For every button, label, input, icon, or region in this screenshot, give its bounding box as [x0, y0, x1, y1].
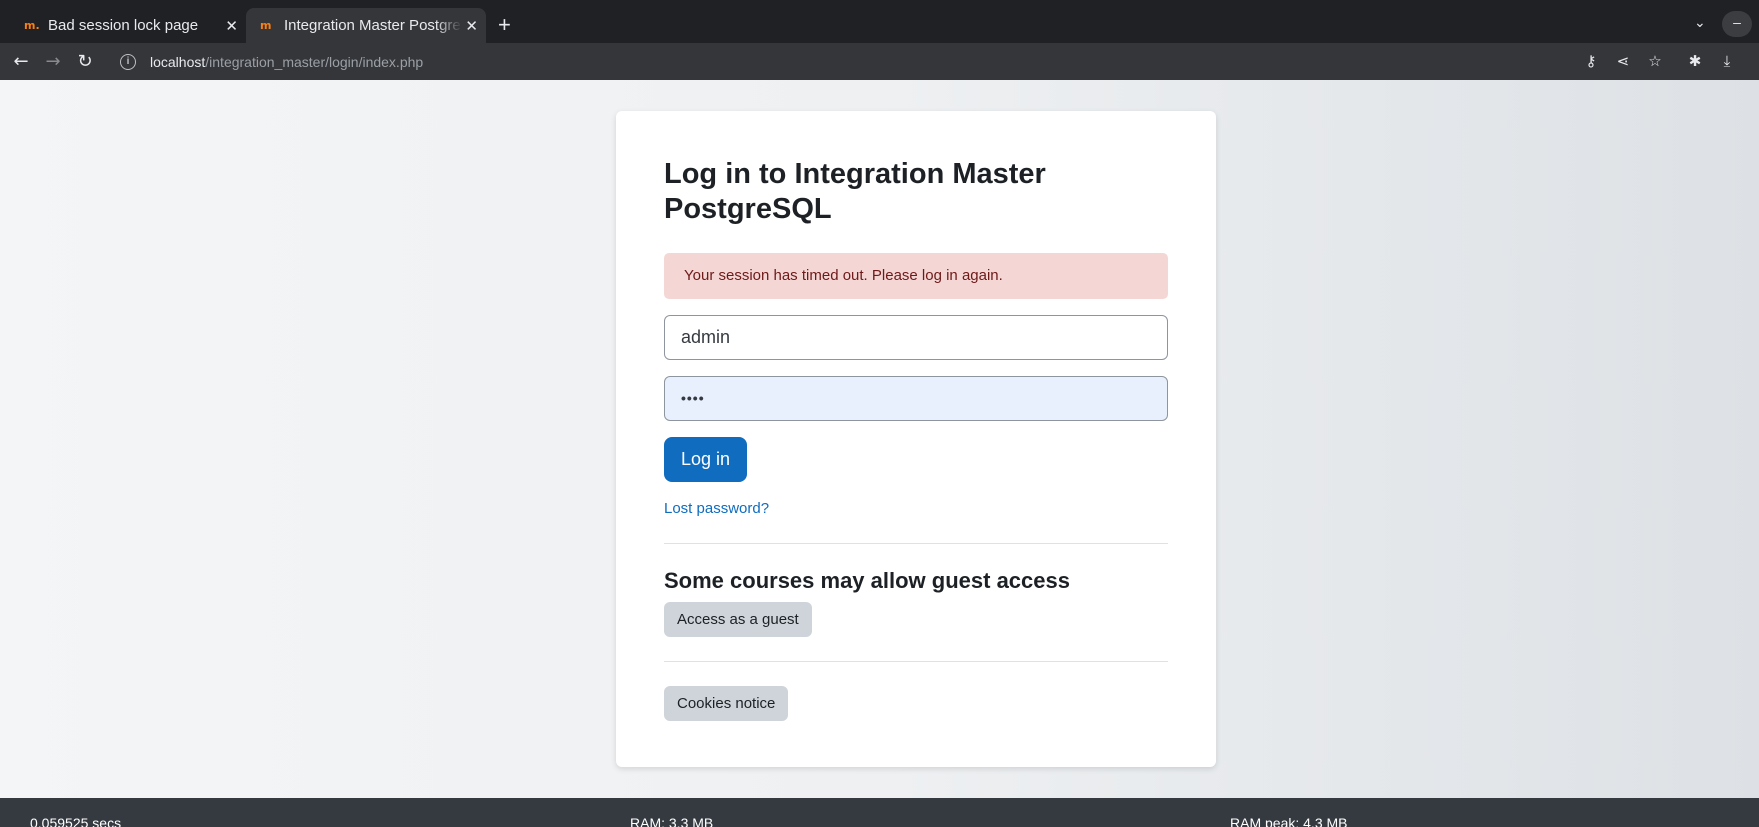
guest-access-heading: Some courses may allow guest access: [664, 568, 1070, 593]
minimize-window-button[interactable]: –: [1722, 11, 1752, 37]
key-icon[interactable]: ⚷: [1580, 50, 1602, 72]
close-tab-icon[interactable]: ✕: [465, 17, 478, 35]
new-tab-button[interactable]: +: [498, 12, 511, 38]
guest-access-button[interactable]: Access as a guest: [664, 602, 812, 637]
tab-search-chevron-icon[interactable]: ⌄: [1694, 14, 1706, 31]
lost-password-link[interactable]: Lost password?: [664, 500, 1168, 517]
moodle-favicon-icon: m.: [24, 19, 40, 32]
moodle-favicon-icon: m: [260, 19, 272, 32]
share-icon[interactable]: ⋖: [1612, 50, 1634, 72]
footer-ram: RAM: 3.3 MB: [630, 815, 714, 827]
cookies-notice-button[interactable]: Cookies notice: [664, 686, 789, 721]
password-input[interactable]: ••••: [664, 376, 1168, 421]
username-input[interactable]: admin: [664, 315, 1168, 360]
browser-toolbar: ← → ↻ i localhost/integration_master/log…: [0, 43, 1759, 80]
address-path: /integration_master/login/index.php: [205, 54, 424, 70]
divider: [664, 543, 1168, 544]
tab-bad-session[interactable]: m. Bad session lock page ✕: [14, 8, 246, 43]
page-title: Log in to Integration Master PostgreSQL: [664, 158, 1046, 225]
address-host: localhost: [150, 54, 206, 70]
forward-arrow-icon[interactable]: →: [40, 49, 66, 75]
footer-time: 0.059525 secs: [30, 815, 122, 827]
star-icon[interactable]: ☆: [1644, 50, 1666, 72]
back-arrow-icon[interactable]: ←: [8, 49, 34, 75]
session-timeout-alert: Your session has timed out. Please log i…: [664, 253, 1168, 299]
close-tab-icon[interactable]: ✕: [225, 17, 238, 35]
divider: [664, 661, 1168, 662]
address-bar[interactable]: i localhost/integration_master/login/ind…: [112, 47, 1562, 77]
tab-title: Bad session lock page: [48, 17, 199, 34]
reload-icon[interactable]: ↻: [72, 49, 98, 75]
download-icon[interactable]: ⤓: [1716, 50, 1738, 72]
footer-ram-peak: RAM peak: 4.3 MB: [1230, 815, 1348, 827]
tab-integration-master[interactable]: m Integration Master PostgreSQL ✕: [246, 8, 486, 43]
performance-footer: 0.059525 secs RAM: 3.3 MB RAM peak: 4.3 …: [0, 798, 1759, 827]
page-viewport: Log in to Integration Master PostgreSQL …: [0, 80, 1759, 798]
tab-strip: m. Bad session lock page ✕ m Integration…: [0, 0, 1759, 43]
login-card: Log in to Integration Master PostgreSQL …: [616, 111, 1216, 767]
tab-title: Integration Master PostgreSQL: [284, 17, 462, 34]
login-button[interactable]: Log in: [664, 437, 748, 482]
extensions-icon[interactable]: ✱: [1684, 50, 1706, 72]
site-info-icon[interactable]: i: [120, 54, 136, 70]
